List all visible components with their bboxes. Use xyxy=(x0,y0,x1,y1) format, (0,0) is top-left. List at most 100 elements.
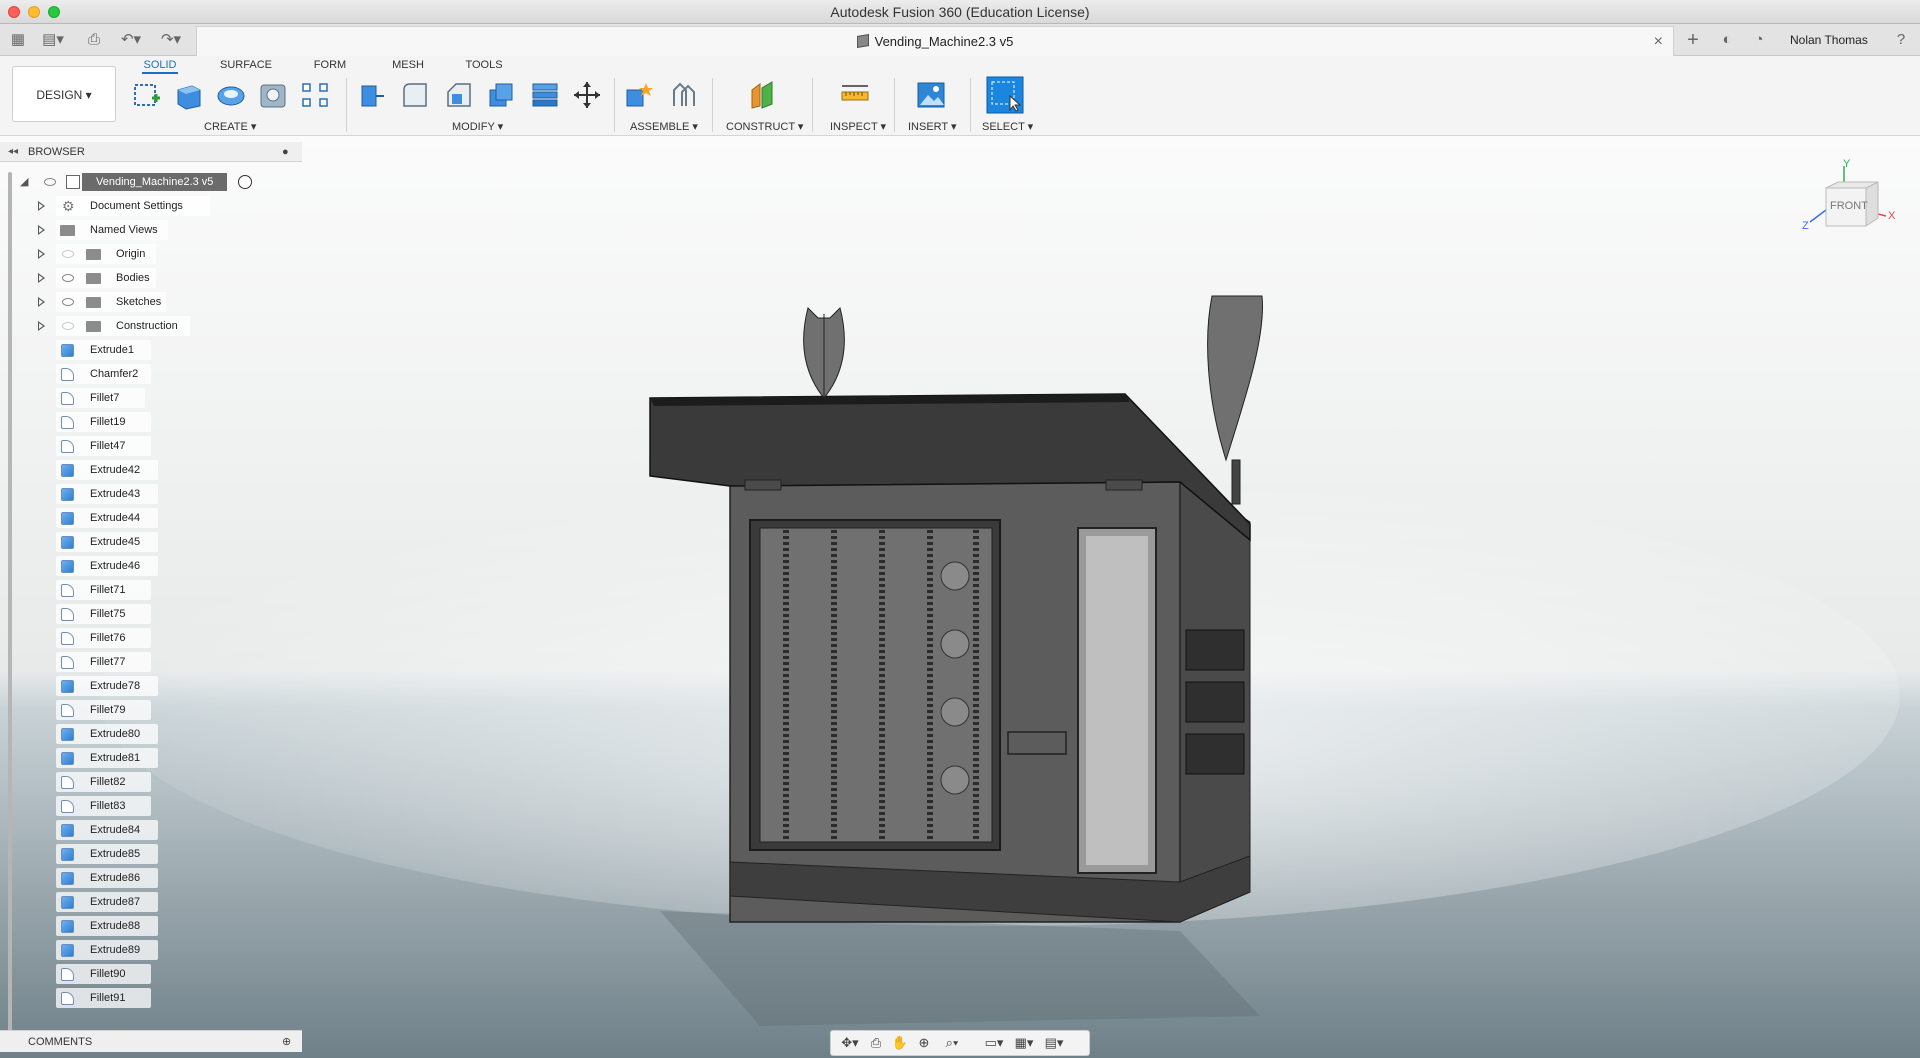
tab-mesh[interactable]: MESH xyxy=(390,56,426,74)
browser-scrollbar[interactable] xyxy=(8,172,12,1032)
feature-row[interactable]: Extrude85 xyxy=(56,844,158,864)
add-comment-icon[interactable]: ⊕ xyxy=(282,1031,291,1053)
window-close-button[interactable] xyxy=(8,6,20,18)
measure-icon[interactable] xyxy=(840,80,870,110)
feature-row[interactable]: Fillet76 xyxy=(56,628,152,648)
view-cube-front-face[interactable]: FRONT xyxy=(1830,200,1868,212)
assemble-menu[interactable]: ASSEMBLE ▾ xyxy=(630,120,698,133)
collapse-panel-icon[interactable]: ◂◂ xyxy=(8,142,18,162)
app-grid-icon[interactable]: ▦ xyxy=(8,30,28,50)
create-sketch-icon[interactable] xyxy=(132,80,162,110)
file-menu-icon[interactable]: ▤▾ xyxy=(38,30,68,50)
combine-icon[interactable] xyxy=(530,80,560,110)
feature-row[interactable]: Fillet90 xyxy=(56,964,152,984)
feature-row[interactable]: Extrude89 xyxy=(56,940,158,960)
extrude-icon[interactable] xyxy=(174,80,204,110)
job-status-icon[interactable]: ◐ xyxy=(1716,30,1738,50)
notifications-icon[interactable]: ◔ xyxy=(1748,30,1770,50)
tab-surface[interactable]: SURFACE xyxy=(220,56,272,74)
zoom-icon[interactable]: ⊕ xyxy=(915,1035,933,1051)
feature-row[interactable]: Chamfer2 xyxy=(56,364,152,384)
save-icon[interactable]: ⎙ xyxy=(84,30,104,50)
feature-row[interactable]: Fillet7 xyxy=(56,388,145,408)
feature-row[interactable]: Fillet71 xyxy=(56,580,152,600)
insert-image-icon[interactable] xyxy=(916,80,946,110)
feature-row[interactable]: Extrude45 xyxy=(56,532,158,552)
expand-arrow-icon[interactable] xyxy=(38,249,45,259)
tab-solid[interactable]: SOLID xyxy=(142,56,178,74)
activate-component-icon[interactable] xyxy=(238,175,252,189)
chamfer-icon[interactable] xyxy=(444,80,474,110)
expand-arrow-icon[interactable] xyxy=(38,297,45,307)
folder-sketches[interactable]: Sketches xyxy=(0,292,180,312)
feature-row[interactable]: Fillet47 xyxy=(56,436,152,456)
fit-icon[interactable]: ⌕▾ xyxy=(939,1035,965,1051)
orbit-icon[interactable]: ✥▾ xyxy=(837,1035,863,1051)
feature-row[interactable]: Fillet77 xyxy=(56,652,152,672)
modify-menu[interactable]: MODIFY ▾ xyxy=(452,120,503,133)
folder-construction[interactable]: Construction xyxy=(0,316,200,336)
feature-row[interactable]: Extrude46 xyxy=(56,556,158,576)
undo-icon[interactable]: ↶▾ xyxy=(116,30,146,50)
display-settings-icon[interactable]: ▭▾ xyxy=(981,1035,1007,1051)
window-zoom-button[interactable] xyxy=(48,6,60,18)
folder-bodies[interactable]: Bodies xyxy=(0,268,180,288)
feature-row[interactable]: Extrude78 xyxy=(56,676,158,696)
feature-row[interactable]: Fillet79 xyxy=(56,700,152,720)
visibility-eye-icon[interactable] xyxy=(62,298,74,306)
close-tab-icon[interactable]: × xyxy=(1654,27,1663,57)
tab-form[interactable]: FORM xyxy=(312,56,348,74)
feature-row[interactable]: Extrude42 xyxy=(56,460,158,480)
pan-icon[interactable]: ✋ xyxy=(891,1035,909,1051)
look-at-icon[interactable]: ⎙ xyxy=(867,1035,885,1051)
expand-arrow-icon[interactable] xyxy=(38,225,45,235)
feature-row[interactable]: Fillet91 xyxy=(56,988,152,1008)
workspace-switcher-button[interactable]: DESIGN ▾ xyxy=(12,66,116,122)
feature-row[interactable]: Fillet82 xyxy=(56,772,152,792)
grid-settings-icon[interactable]: ▦▾ xyxy=(1011,1035,1037,1051)
folder-document-settings[interactable]: ⚙ Document Settings xyxy=(0,196,210,216)
create-menu[interactable]: CREATE ▾ xyxy=(204,120,256,133)
expand-arrow-icon[interactable] xyxy=(38,273,45,283)
feature-row[interactable]: Extrude84 xyxy=(56,820,158,840)
viewports-icon[interactable]: ▤▾ xyxy=(1041,1035,1067,1051)
browser-root-row[interactable]: ◢ Vending_Machine2.3 v5 xyxy=(0,172,270,192)
pattern-icon[interactable] xyxy=(300,80,330,110)
folder-named-views[interactable]: Named Views xyxy=(0,220,180,240)
feature-row[interactable]: Fillet83 xyxy=(56,796,152,816)
feature-row[interactable]: Fillet19 xyxy=(56,412,152,432)
help-icon[interactable]: ? xyxy=(1890,30,1912,50)
feature-row[interactable]: Extrude80 xyxy=(56,724,158,744)
comments-panel[interactable]: COMMENTS ⊕ xyxy=(0,1030,302,1052)
feature-row[interactable]: Extrude88 xyxy=(56,916,158,936)
visibility-eye-icon[interactable] xyxy=(62,274,74,282)
move-copy-icon[interactable] xyxy=(572,80,602,110)
shell-icon[interactable] xyxy=(486,80,516,110)
visibility-eye-icon[interactable] xyxy=(44,178,56,186)
new-tab-icon[interactable]: + xyxy=(1682,30,1704,50)
press-pull-icon[interactable] xyxy=(356,80,386,110)
hole-icon[interactable] xyxy=(258,80,288,110)
expand-arrow-icon[interactable] xyxy=(38,321,45,331)
construct-menu[interactable]: CONSTRUCT ▾ xyxy=(726,120,803,133)
panel-pin-icon[interactable]: ● xyxy=(282,142,289,162)
redo-icon[interactable]: ↷▾ xyxy=(156,30,186,50)
feature-row[interactable]: Extrude44 xyxy=(56,508,158,528)
view-cube[interactable]: Y X Z FRONT xyxy=(1800,158,1900,238)
feature-row[interactable]: Extrude1 xyxy=(56,340,152,360)
expand-arrow-icon[interactable] xyxy=(38,201,45,211)
feature-row[interactable]: Extrude81 xyxy=(56,748,158,768)
window-minimize-button[interactable] xyxy=(28,6,40,18)
tab-tools[interactable]: TOOLS xyxy=(464,56,504,74)
new-component-icon[interactable] xyxy=(624,80,654,110)
document-tab[interactable]: Vending_Machine2.3 v5 × xyxy=(196,26,1674,56)
inspect-menu[interactable]: INSPECT ▾ xyxy=(830,120,886,133)
feature-row[interactable]: Extrude87 xyxy=(56,892,158,912)
hidden-eye-icon[interactable] xyxy=(62,250,74,258)
select-icon[interactable] xyxy=(986,76,1024,114)
folder-origin[interactable]: Origin xyxy=(0,244,180,264)
insert-menu[interactable]: INSERT ▾ xyxy=(908,120,957,133)
hidden-eye-icon[interactable] xyxy=(62,322,74,330)
revolve-icon[interactable] xyxy=(216,80,246,110)
offset-plane-icon[interactable] xyxy=(748,80,778,110)
